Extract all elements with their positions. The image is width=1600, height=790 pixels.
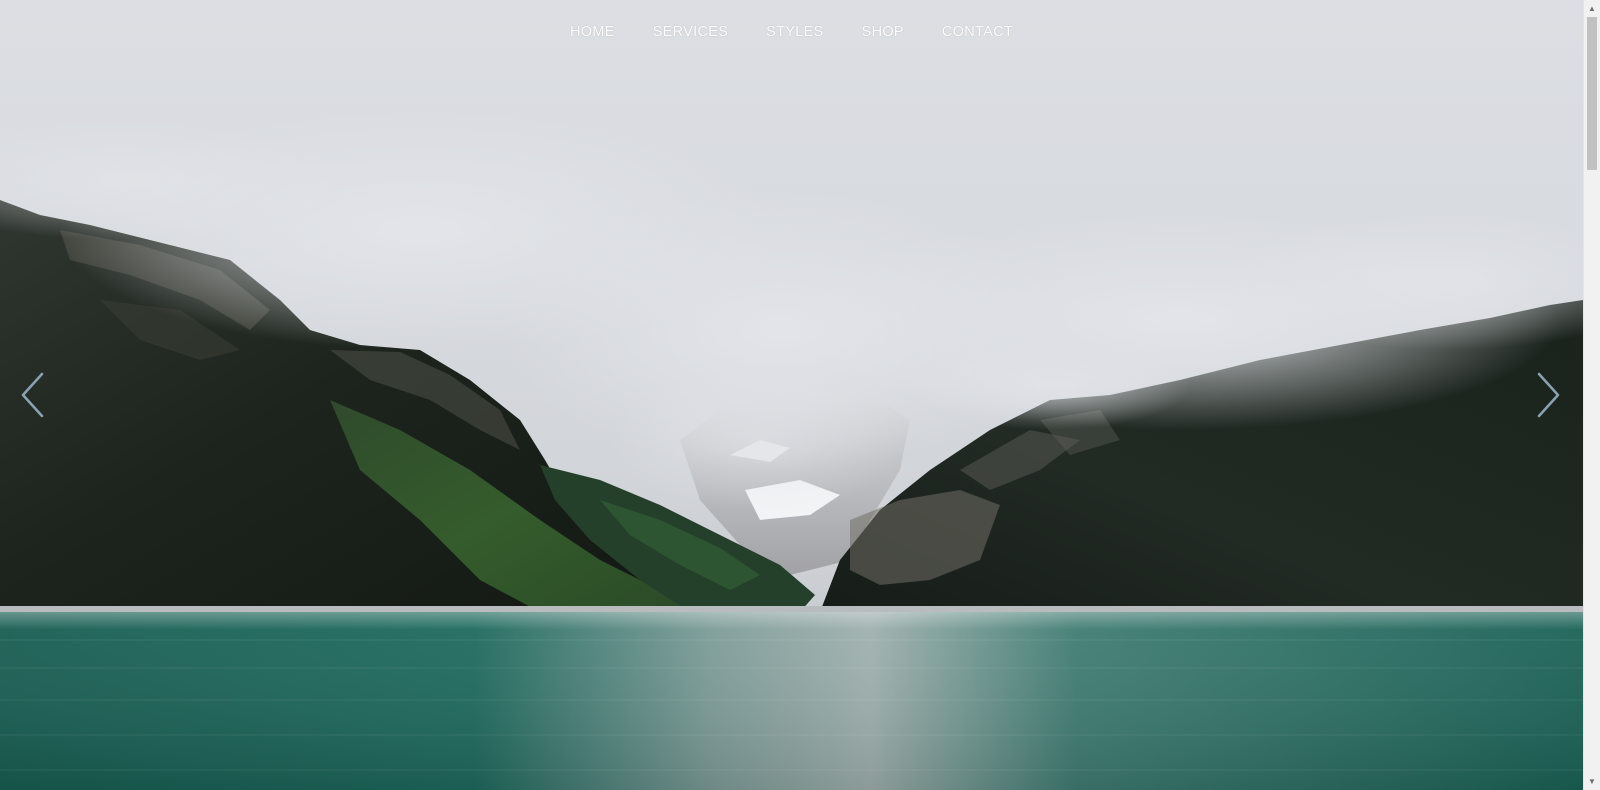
nav-item-home[interactable]: HOME: [551, 21, 634, 43]
scroll-up-arrow-icon[interactable]: ▲: [1584, 0, 1600, 17]
nav-item-shop[interactable]: SHOP: [843, 21, 923, 43]
nav-item-styles[interactable]: STYLES: [747, 21, 842, 43]
scroll-down-arrow-icon[interactable]: ▼: [1584, 773, 1600, 790]
nav-item-contact[interactable]: CONTACT: [923, 21, 1032, 43]
chevron-left-icon: [21, 372, 44, 418]
hero-slider: [0, 0, 1583, 790]
slider-prev-button[interactable]: [18, 371, 48, 419]
vertical-scrollbar[interactable]: ▲ ▼: [1583, 0, 1600, 790]
hero-landscape-image: [0, 0, 1583, 790]
nav-item-services[interactable]: SERVICES: [634, 21, 747, 43]
scrollbar-thumb[interactable]: [1587, 17, 1597, 170]
chevron-right-icon: [1537, 372, 1560, 418]
slider-next-button[interactable]: [1533, 371, 1563, 419]
page-viewport: HOME SERVICES STYLES SHOP CONTACT: [0, 0, 1583, 790]
main-nav: HOME SERVICES STYLES SHOP CONTACT: [0, 21, 1583, 43]
